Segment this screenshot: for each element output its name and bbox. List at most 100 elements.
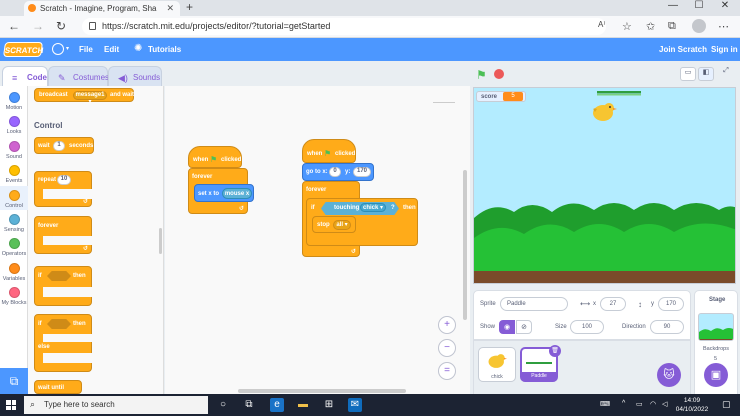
block-label: else <box>38 344 50 350</box>
close-window-icon[interactable]: ✕ <box>712 0 738 11</box>
notifications-icon[interactable]: ▢ <box>722 399 731 410</box>
stop-option-dropdown[interactable]: all ▾ <box>333 220 351 230</box>
network-icon[interactable]: ▭ <box>636 400 643 408</box>
zoom-reset-button[interactable]: = <box>438 362 456 380</box>
edge-icon[interactable]: e <box>270 398 284 412</box>
choose-sprite-button[interactable]: 🐱 <box>657 363 681 387</box>
edit-menu[interactable]: Edit <box>104 45 119 54</box>
normal-stage-button[interactable]: ◧ <box>698 67 714 81</box>
if-then-block[interactable]: if then <box>34 266 92 306</box>
script-scrollbar-vertical[interactable] <box>463 170 467 320</box>
tutorials-menu[interactable]: Tutorials <box>148 45 181 54</box>
delete-sprite-icon[interactable]: 🗑 <box>549 345 561 357</box>
mouse-x-reporter[interactable]: mouse x <box>222 188 252 199</box>
favorite-star-icon[interactable]: ☆ <box>622 20 632 33</box>
zoom-out-button[interactable]: − <box>438 339 456 357</box>
category-sound[interactable]: Sound <box>0 137 28 161</box>
wait-seconds-block[interactable]: wait 1 seconds <box>34 137 94 154</box>
goto-y-input[interactable]: 170 <box>353 167 371 177</box>
stop-button[interactable] <box>494 69 504 79</box>
cortana-icon[interactable]: ○ <box>216 398 230 412</box>
category-events[interactable]: Events <box>0 161 28 185</box>
refresh-icon[interactable]: ↻ <box>56 19 66 33</box>
repeat-block[interactable]: repeat 10 ↺ <box>34 171 92 207</box>
mail-icon[interactable]: ✉ <box>348 398 362 412</box>
fullscreen-icon[interactable]: ⤢ <box>718 67 734 81</box>
goto-x-input[interactable]: 0 <box>329 167 341 177</box>
chick-sprite[interactable] <box>591 101 617 123</box>
show-visible-button[interactable]: ◉ <box>499 320 515 334</box>
sprite-name-input[interactable]: Paddle <box>500 297 568 311</box>
add-extension-button[interactable]: ⧉ <box>0 368 28 394</box>
profile-avatar[interactable] <box>692 19 706 33</box>
tray-chevron-icon[interactable]: ^ <box>622 400 625 407</box>
condition-slot[interactable] <box>47 271 71 281</box>
task-view-icon[interactable]: ⧉ <box>242 398 256 412</box>
language-globe-icon[interactable] <box>52 43 64 55</box>
wait-value-input[interactable]: 1 <box>53 141 65 151</box>
set-x-block[interactable]: set x to mouse x <box>194 184 254 202</box>
stage-canvas[interactable] <box>473 87 736 284</box>
sprite-tile-chick[interactable]: chick <box>478 347 516 382</box>
sign-in-link[interactable]: Sign in <box>711 45 738 54</box>
category-label: Events <box>5 178 23 185</box>
size-input[interactable]: 100 <box>570 320 604 334</box>
forever-block[interactable]: forever ↺ <box>34 216 92 254</box>
condition-slot[interactable] <box>47 319 71 329</box>
taskbar-search-input[interactable]: ⌕ Type here to search <box>24 396 208 414</box>
tab-code[interactable]: ≡ Code <box>2 66 48 87</box>
script-scrollbar-horizontal[interactable] <box>238 389 406 393</box>
category-my-blocks[interactable]: My Blocks <box>0 283 28 307</box>
hide-sprite-button[interactable]: ⊘ <box>516 320 532 334</box>
keyboard-icon[interactable]: ⌨ <box>600 400 610 408</box>
y-position-input[interactable]: 170 <box>658 297 684 311</box>
if-then-else-block[interactable]: if then else <box>34 314 92 372</box>
favorites-icon[interactable]: ✩ <box>646 20 655 33</box>
more-menu-icon[interactable]: ⋯ <box>718 20 729 33</box>
category-looks[interactable]: Looks <box>0 112 28 136</box>
browser-tab[interactable]: Scratch - Imagine, Program, Sha ✕ <box>24 1 180 16</box>
close-tab-icon[interactable]: ✕ <box>166 3 174 14</box>
read-aloud-icon[interactable]: A⁾ <box>598 20 605 29</box>
maximize-icon[interactable]: ☐ <box>686 0 712 11</box>
volume-icon[interactable]: ◁ <box>662 400 667 408</box>
file-menu[interactable]: File <box>79 45 93 54</box>
taskbar-clock[interactable]: 14:09 04/10/2022 <box>672 396 712 414</box>
category-operators[interactable]: Operators <box>0 234 28 258</box>
repeat-count-input[interactable]: 10 <box>57 175 71 185</box>
minimize-icon[interactable]: — <box>660 0 686 11</box>
category-color-icon <box>8 287 20 299</box>
choose-backdrop-button[interactable]: ▣ <box>704 363 728 387</box>
category-control[interactable]: Control <box>0 185 28 210</box>
x-position-input[interactable]: 27 <box>600 297 626 311</box>
stop-all-block[interactable]: stop all ▾ <box>312 216 356 233</box>
collections-icon[interactable]: ⧉ <box>668 20 676 33</box>
category-variables[interactable]: Variables <box>0 259 28 283</box>
back-icon[interactable]: ← <box>8 19 20 33</box>
category-motion[interactable]: Motion <box>0 88 28 112</box>
small-stage-button[interactable]: ▭ <box>680 67 696 81</box>
scratch-logo[interactable]: SCRATCH <box>2 42 44 57</box>
zoom-in-button[interactable]: + <box>438 316 456 334</box>
block-label: wait until <box>38 385 64 391</box>
when-flag-clicked-hat[interactable]: when ⚑ clicked <box>188 146 242 168</box>
store-icon[interactable]: ⊞ <box>322 398 336 412</box>
direction-input[interactable]: 90 <box>650 320 684 334</box>
wait-until-block[interactable]: wait until <box>34 380 82 394</box>
go-to-xy-block[interactable]: go to x: 0 y: 170 <box>302 163 374 181</box>
when-flag-clicked-hat[interactable]: when ⚑ clicked <box>302 139 356 163</box>
broadcast-and-wait-block[interactable]: broadcast message1 ▾ and wait <box>34 88 134 105</box>
windows-start-icon[interactable] <box>6 400 16 410</box>
join-scratch-link[interactable]: Join Scratch <box>659 45 707 54</box>
category-sensing[interactable]: Sensing <box>0 210 28 234</box>
touching-target-dropdown[interactable]: chick ▾ <box>360 203 386 212</box>
broadcast-message-dropdown[interactable]: message1 ▾ <box>73 91 107 105</box>
tab-sounds[interactable]: ◀) Sounds <box>108 66 162 87</box>
file-explorer-icon[interactable]: ▬ <box>296 398 310 412</box>
green-flag-button[interactable]: ⚑ <box>476 68 487 82</box>
tab-costumes[interactable]: ✎ Costumes <box>48 66 109 87</box>
url-input[interactable]: https://scratch.mit.edu/projects/editor/… <box>82 18 606 35</box>
palette-scrollbar[interactable] <box>159 228 162 254</box>
new-tab-icon[interactable]: + <box>186 0 193 14</box>
wifi-icon[interactable]: ◠ <box>650 400 656 408</box>
